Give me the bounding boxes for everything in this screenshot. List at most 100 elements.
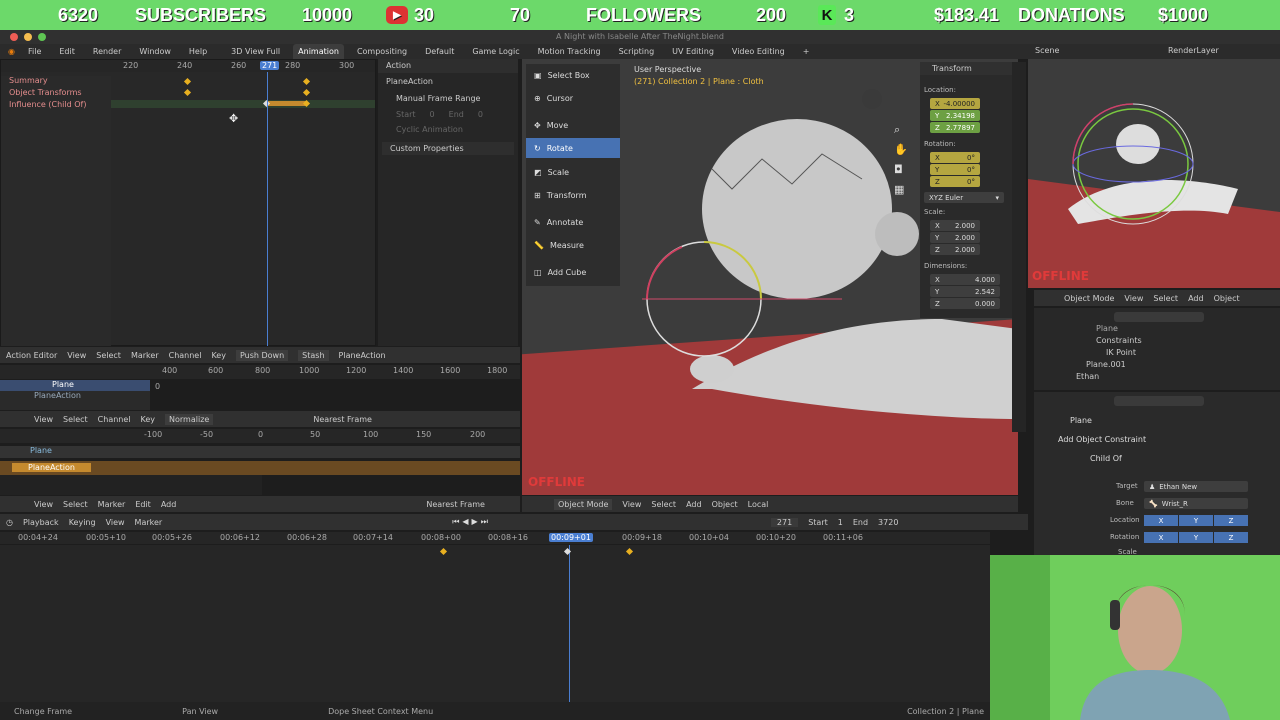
menu-view[interactable]: View	[1124, 294, 1143, 303]
location-z-toggle[interactable]: Z	[1214, 515, 1248, 526]
custom-properties-panel[interactable]: Custom Properties	[382, 142, 514, 155]
menu-file[interactable]: File	[23, 44, 46, 59]
location-y-toggle[interactable]: Y	[1179, 515, 1213, 526]
nla-action-track[interactable]: PlaneAction	[0, 461, 520, 475]
menu-select[interactable]: Select	[96, 351, 121, 360]
channel-summary[interactable]: Summary	[1, 76, 111, 88]
playback-controls[interactable]: ⏮◀▶⏭	[452, 517, 491, 527]
location-x-field[interactable]: X -4.00000	[930, 98, 980, 109]
tab-game-logic[interactable]: Game Logic	[467, 44, 524, 59]
tool-move[interactable]: ✥ Move	[526, 115, 620, 135]
scale-z-field[interactable]: Z 2.000	[930, 244, 980, 255]
transform-orientation-select[interactable]: Local	[748, 500, 769, 509]
menu-add[interactable]: Add	[161, 500, 177, 509]
menu-view[interactable]: View	[622, 500, 641, 509]
camera-preview-viewport[interactable]: OFFLINE	[1028, 59, 1280, 288]
properties-search-input[interactable]	[1114, 396, 1204, 406]
rotation-z-toggle[interactable]: Z	[1214, 532, 1248, 543]
rotation-z-field[interactable]: Z 0°	[930, 176, 980, 187]
menu-edit[interactable]: Edit	[54, 44, 80, 59]
keyframe-marker[interactable]	[183, 88, 192, 97]
tool-measure[interactable]: 📏 Measure	[526, 235, 620, 255]
dopesheet-panel[interactable]: 220 240 260 271 280 300 Summary Object T…	[0, 59, 376, 346]
interpolation-mode[interactable]: Nearest Frame	[426, 500, 485, 509]
zoom-icon[interactable]: ⌕	[894, 123, 900, 137]
rotation-y-toggle[interactable]: Y	[1179, 532, 1213, 543]
tool-rotate[interactable]: ↻ Rotate	[526, 138, 620, 158]
outliner-item-plane001[interactable]: Plane.001	[1034, 360, 1280, 372]
target-field[interactable]: ♟ Ethan New	[1144, 481, 1248, 492]
menu-view[interactable]: View	[67, 351, 86, 360]
start-field[interactable]: 0	[430, 110, 435, 119]
location-x-toggle[interactable]: X	[1144, 515, 1178, 526]
menu-help[interactable]: Help	[184, 44, 212, 59]
menu-window[interactable]: Window	[134, 44, 176, 59]
menu-add[interactable]: Add	[686, 500, 702, 509]
tab-default[interactable]: Default	[420, 44, 459, 59]
channel-object-transforms[interactable]: Object Transforms	[1, 88, 111, 100]
menu-view[interactable]: View	[34, 500, 53, 509]
nla-action-strip[interactable]: PlaneAction	[12, 463, 91, 472]
menu-select[interactable]: Select	[63, 415, 88, 424]
keyframe-marker[interactable]	[439, 547, 448, 556]
start-frame-field[interactable]: 1	[838, 518, 843, 527]
keyframe-marker[interactable]	[302, 88, 311, 97]
keyframe-marker[interactable]	[302, 77, 311, 86]
current-time-indicator[interactable]: 00:09+01	[549, 533, 593, 542]
menu-keying[interactable]: Keying	[69, 518, 96, 527]
interpolation-mode[interactable]: Nearest Frame	[313, 415, 372, 424]
menu-select[interactable]: Select	[1153, 294, 1178, 303]
dimension-z-field[interactable]: Z 0.000	[930, 298, 1000, 309]
menu-select[interactable]: Select	[651, 500, 676, 509]
menu-key[interactable]: Key	[141, 415, 156, 424]
menu-view[interactable]: View	[106, 518, 125, 527]
menu-select[interactable]: Select	[63, 500, 88, 509]
rotation-y-field[interactable]: Y 0°	[930, 164, 980, 175]
tab-video-editing[interactable]: Video Editing	[727, 44, 790, 59]
menu-view[interactable]: View	[34, 415, 53, 424]
outliner-item-plane[interactable]: Plane	[1034, 324, 1280, 336]
object-mode-select[interactable]: Object Mode	[554, 498, 613, 510]
tool-add-cube[interactable]: ◫ Add Cube	[526, 262, 620, 282]
dimension-y-field[interactable]: Y 2.542	[930, 286, 1000, 297]
menu-add[interactable]: Add	[1188, 294, 1204, 303]
location-y-field[interactable]: Y 2.34198	[930, 110, 980, 121]
pan-icon[interactable]: ✋	[894, 143, 908, 156]
manual-frame-range-checkbox[interactable]: Manual Frame Range	[396, 94, 518, 103]
menu-playback[interactable]: Playback	[23, 518, 59, 527]
stash-button[interactable]: Stash	[298, 349, 329, 361]
outliner-item-ethan[interactable]: Ethan	[1034, 372, 1280, 384]
grid-icon[interactable]: ▦	[894, 183, 904, 196]
tab-animation[interactable]: Animation	[293, 44, 344, 59]
menu-marker[interactable]: Marker	[131, 351, 159, 360]
rotation-x-toggle[interactable]: X	[1144, 532, 1178, 543]
menu-edit[interactable]: Edit	[135, 500, 151, 509]
channel-plane[interactable]: Plane	[0, 380, 150, 391]
tool-select-box[interactable]: ▣ Select Box	[526, 65, 620, 85]
tab-scripting[interactable]: Scripting	[614, 44, 660, 59]
action-selector[interactable]: PlaneAction	[339, 351, 386, 360]
maximize-window-icon[interactable]	[38, 33, 46, 41]
constraint-name[interactable]: Child Of	[1090, 454, 1280, 463]
tool-cursor[interactable]: ⊕ Cursor	[526, 88, 620, 108]
menu-render[interactable]: Render	[88, 44, 126, 59]
end-frame-field[interactable]: 3720	[878, 518, 898, 527]
scale-y-field[interactable]: Y 2.000	[930, 232, 980, 243]
normalize-toggle[interactable]: Normalize	[165, 413, 214, 425]
nla-track-plane[interactable]: Plane	[0, 446, 520, 458]
keyframe-marker[interactable]	[183, 77, 192, 86]
menu-channel[interactable]: Channel	[98, 415, 131, 424]
bone-field[interactable]: 🦴 Wrist_R	[1144, 498, 1248, 509]
object-mode-select[interactable]: Object Mode	[1064, 294, 1114, 303]
tab-motion-tracking[interactable]: Motion Tracking	[533, 44, 606, 59]
scale-x-field[interactable]: X 2.000	[930, 220, 980, 231]
channel-influence[interactable]: Influence (Child Of)	[1, 100, 111, 112]
action-name[interactable]: PlaneAction	[386, 77, 518, 86]
dimension-x-field[interactable]: X 4.000	[930, 274, 1000, 285]
current-frame-indicator[interactable]: 271	[260, 61, 280, 70]
tool-transform[interactable]: ⊞ Transform	[526, 185, 620, 205]
outliner[interactable]: Plane Constraints IK Point Plane.001 Eth…	[1034, 308, 1280, 390]
action-editor-mode[interactable]: Action Editor	[6, 351, 57, 360]
timeline-editor-icon[interactable]: ◷	[6, 518, 13, 527]
rotation-x-field[interactable]: X 0°	[930, 152, 980, 163]
